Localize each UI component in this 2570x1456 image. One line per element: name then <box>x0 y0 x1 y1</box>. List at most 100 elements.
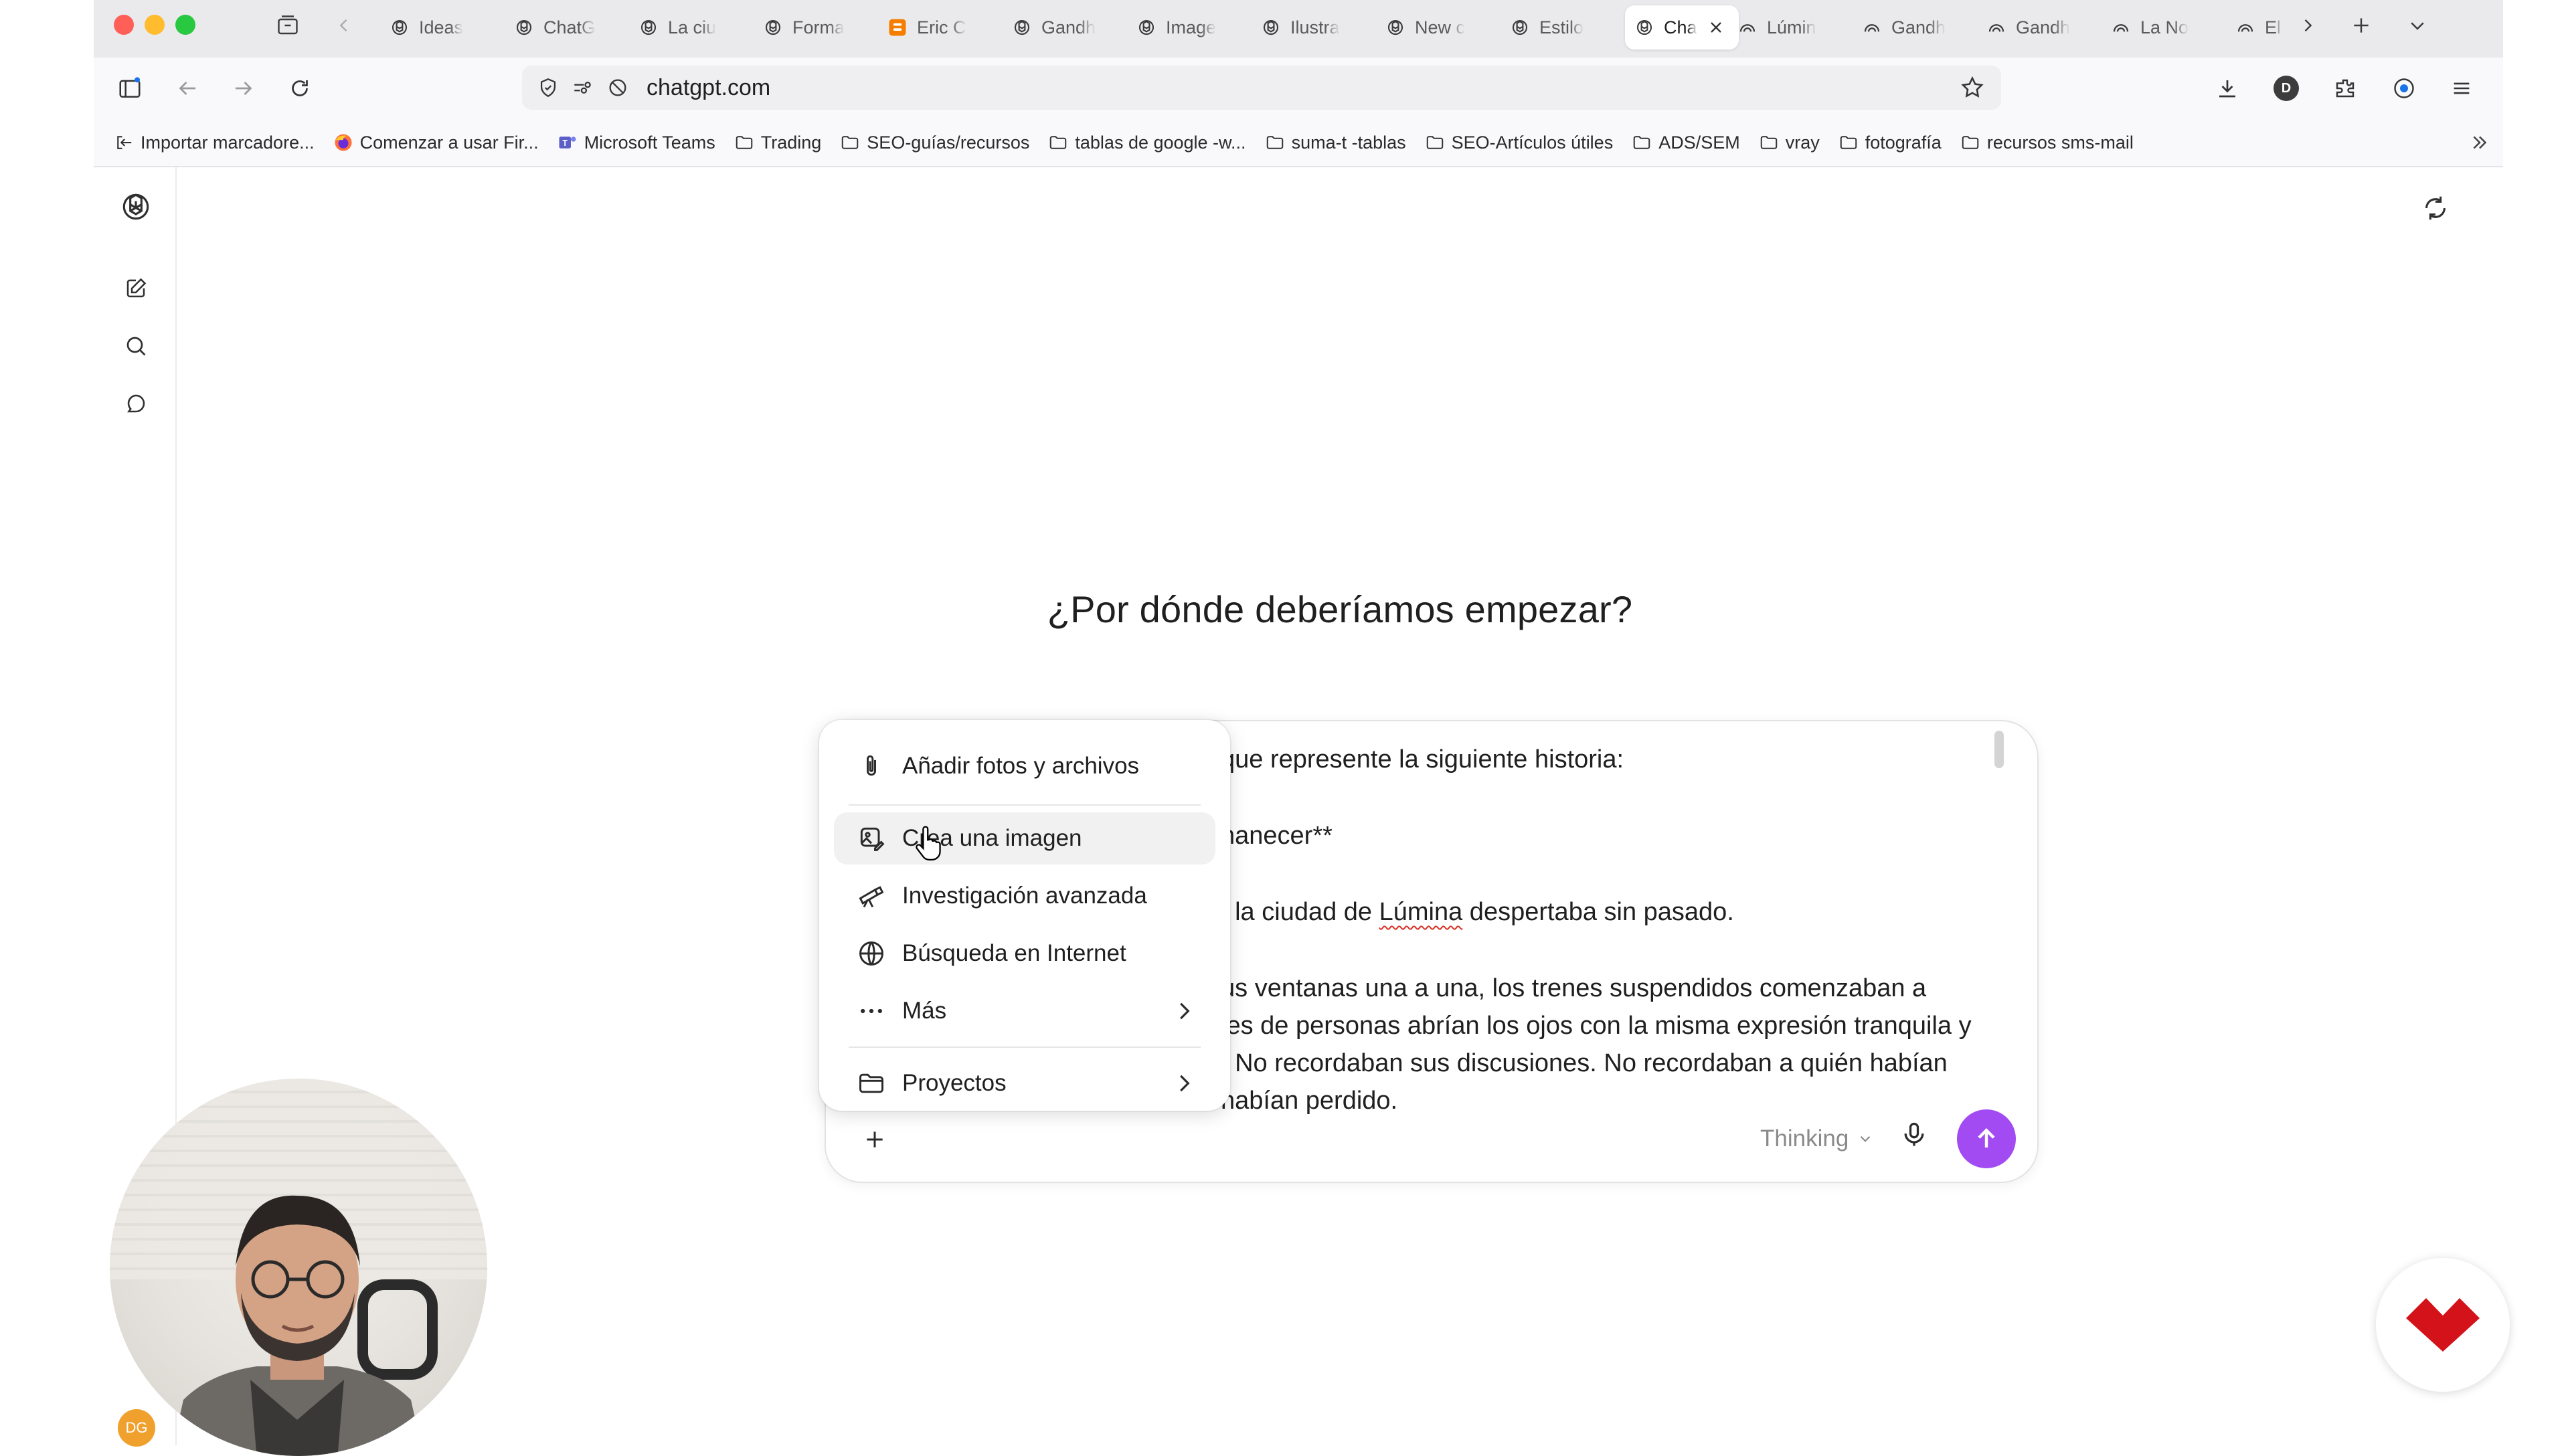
model-selector[interactable]: Thinking <box>1760 1125 1874 1152</box>
folder-icon <box>1265 132 1285 153</box>
minimize-window-button[interactable] <box>145 15 165 35</box>
menu-icon[interactable] <box>2446 72 2478 104</box>
profile-avatar[interactable]: D <box>2270 72 2302 104</box>
permissions-icon[interactable] <box>572 76 594 99</box>
new-tab-icon[interactable] <box>2346 11 2376 40</box>
prompt-text-line[interactable]: que represente la siguiente historia: <box>1221 745 1624 774</box>
add-attachment-button[interactable] <box>846 1111 904 1168</box>
browser-tab[interactable]: Ilustra <box>1252 5 1372 50</box>
tab-groups-icon[interactable] <box>273 11 303 40</box>
reload-icon[interactable] <box>284 72 316 104</box>
bookmark-label: recursos sms-mail <box>1986 132 2134 153</box>
openai-icon <box>1136 17 1156 37</box>
menu-item-more[interactable]: Más <box>834 985 1215 1037</box>
bookmark-item[interactable]: ADS/SEM <box>1632 132 1740 153</box>
bookmark-item[interactable]: Trading <box>734 132 821 153</box>
prompt-text-line[interactable]: . No recordaban sus discusiones. No reco… <box>1221 1049 1948 1078</box>
back-icon[interactable] <box>171 72 203 104</box>
paperclip-icon <box>867 755 876 776</box>
misspelled-word[interactable]: Lúmina <box>1379 898 1463 926</box>
menu-item-web-search[interactable]: Búsqueda en Internet <box>834 927 1215 980</box>
scroll-tabs-right-icon[interactable] <box>2293 11 2322 40</box>
chats-icon[interactable] <box>119 387 153 420</box>
extensions-icon[interactable] <box>2329 72 2361 104</box>
folder-icon <box>859 1073 883 1093</box>
browser-tab[interactable]: New c <box>1376 5 1496 50</box>
prompt-text-line[interactable]: les de personas abrían los ojos con la m… <box>1221 1012 1972 1040</box>
close-tab-icon[interactable] <box>1707 18 1725 37</box>
menu-item-create-image[interactable]: Crea una imagen <box>834 812 1215 864</box>
url-bar[interactable]: chatgpt.com <box>522 66 2001 110</box>
menu-item-deep-research[interactable]: Investigación avanzada <box>834 870 1215 922</box>
browser-tab[interactable]: Cha <box>1625 5 1739 50</box>
sora-icon <box>2235 17 2255 37</box>
browser-tab[interactable]: Lúmin <box>1728 5 1849 50</box>
import-icon <box>114 132 134 153</box>
downloads-icon[interactable] <box>2211 72 2243 104</box>
menu-item-add-files[interactable]: Añadir fotos y archivos <box>834 740 1215 792</box>
browser-tab[interactable]: Estilo <box>1501 5 1621 50</box>
prompt-text-line[interactable]: habían perdido. <box>1221 1087 1397 1115</box>
browser-tab[interactable]: La ciu <box>629 5 750 50</box>
folder-icon <box>1048 132 1068 153</box>
extension-badge-icon[interactable] <box>2388 72 2420 104</box>
bookmark-item[interactable]: fotografía <box>1838 132 1942 153</box>
temporary-chat-icon[interactable] <box>2420 193 2454 226</box>
browser-tab[interactable]: El <box>2226 5 2290 50</box>
url-text[interactable]: chatgpt.com <box>647 75 770 101</box>
bookmark-item[interactable]: Importar marcadore... <box>114 132 315 153</box>
tab-label: Estilo <box>1539 17 1584 37</box>
prompt-text-line[interactable]: , la ciudad de Lúmina despertaba sin pas… <box>1221 898 1734 927</box>
chevron-right-icon <box>1180 1002 1190 1020</box>
browser-tab[interactable]: Eric C <box>878 5 999 50</box>
bookmark-item[interactable]: tablas de google -w... <box>1048 132 1246 153</box>
close-window-button[interactable] <box>114 15 134 35</box>
arrow-up-icon <box>1978 1128 1995 1148</box>
bookmark-item[interactable]: vray <box>1759 132 1820 153</box>
sora-icon <box>2111 17 2131 37</box>
tab-label: ChatG <box>543 17 596 37</box>
prompt-text-fragment: despertaba sin pasado. <box>1462 898 1734 926</box>
composer-scrollbar[interactable] <box>1994 731 2004 768</box>
bookmarks-overflow-icon[interactable] <box>2468 131 2487 154</box>
bookmark-item[interactable]: SEO-guías/recursos <box>840 132 1029 153</box>
prompt-text-line[interactable]: us ventanas una a una, los trenes suspen… <box>1221 974 1926 1003</box>
list-all-tabs-icon[interactable] <box>2403 11 2432 40</box>
microphone-icon[interactable] <box>1899 1120 1937 1158</box>
tab-label: New c <box>1415 17 1466 37</box>
openai-logo-icon[interactable] <box>119 190 153 223</box>
prompt-text-line[interactable]: nanecer** <box>1221 822 1333 850</box>
folder-icon <box>1759 132 1779 153</box>
send-button[interactable] <box>1957 1109 2016 1168</box>
menu-item-label: Investigación avanzada <box>902 883 1147 909</box>
forward-icon[interactable] <box>228 72 260 104</box>
browser-tab[interactable]: Image <box>1127 5 1248 50</box>
sidebar-toggle-icon[interactable] <box>114 72 146 104</box>
tracking-protection-icon[interactable] <box>537 76 560 99</box>
browser-tab[interactable]: ChatG <box>505 5 625 50</box>
bookmark-label: SEO-guías/recursos <box>867 132 1030 153</box>
scroll-tabs-left-icon[interactable] <box>329 11 359 40</box>
browser-tab[interactable]: Gandh <box>1853 5 1973 50</box>
image-create-icon <box>860 827 885 851</box>
bookmark-item[interactable]: suma-t -tablas <box>1265 132 1406 153</box>
bookmark-label: suma-t -tablas <box>1291 132 1406 153</box>
menu-item-projects[interactable]: Proyectos <box>834 1057 1215 1109</box>
zoom-window-button[interactable] <box>175 15 195 35</box>
bookmark-item[interactable]: T Microsoft Teams <box>558 132 715 153</box>
bookmark-star-icon[interactable] <box>1960 75 1985 100</box>
openai-icon <box>514 17 534 37</box>
search-chats-icon[interactable] <box>119 329 153 363</box>
browser-tab[interactable]: Gandh <box>1977 5 2097 50</box>
new-chat-icon[interactable] <box>119 272 153 305</box>
browser-tab[interactable]: Gandh <box>1003 5 1123 50</box>
browser-tab[interactable]: Ideas <box>380 5 501 50</box>
browser-tab[interactable]: Forma <box>754 5 874 50</box>
tab-label: Lúmin <box>1767 17 1816 37</box>
bookmark-item[interactable]: SEO-Artículos útiles <box>1425 132 1613 153</box>
bookmark-item[interactable]: Comenzar a usar Fir... <box>333 132 539 153</box>
autoplay-blocked-icon[interactable] <box>606 76 629 99</box>
browser-tab[interactable]: La No <box>2102 5 2222 50</box>
openai-icon <box>763 17 783 37</box>
bookmark-item[interactable]: recursos sms-mail <box>1960 132 2134 153</box>
